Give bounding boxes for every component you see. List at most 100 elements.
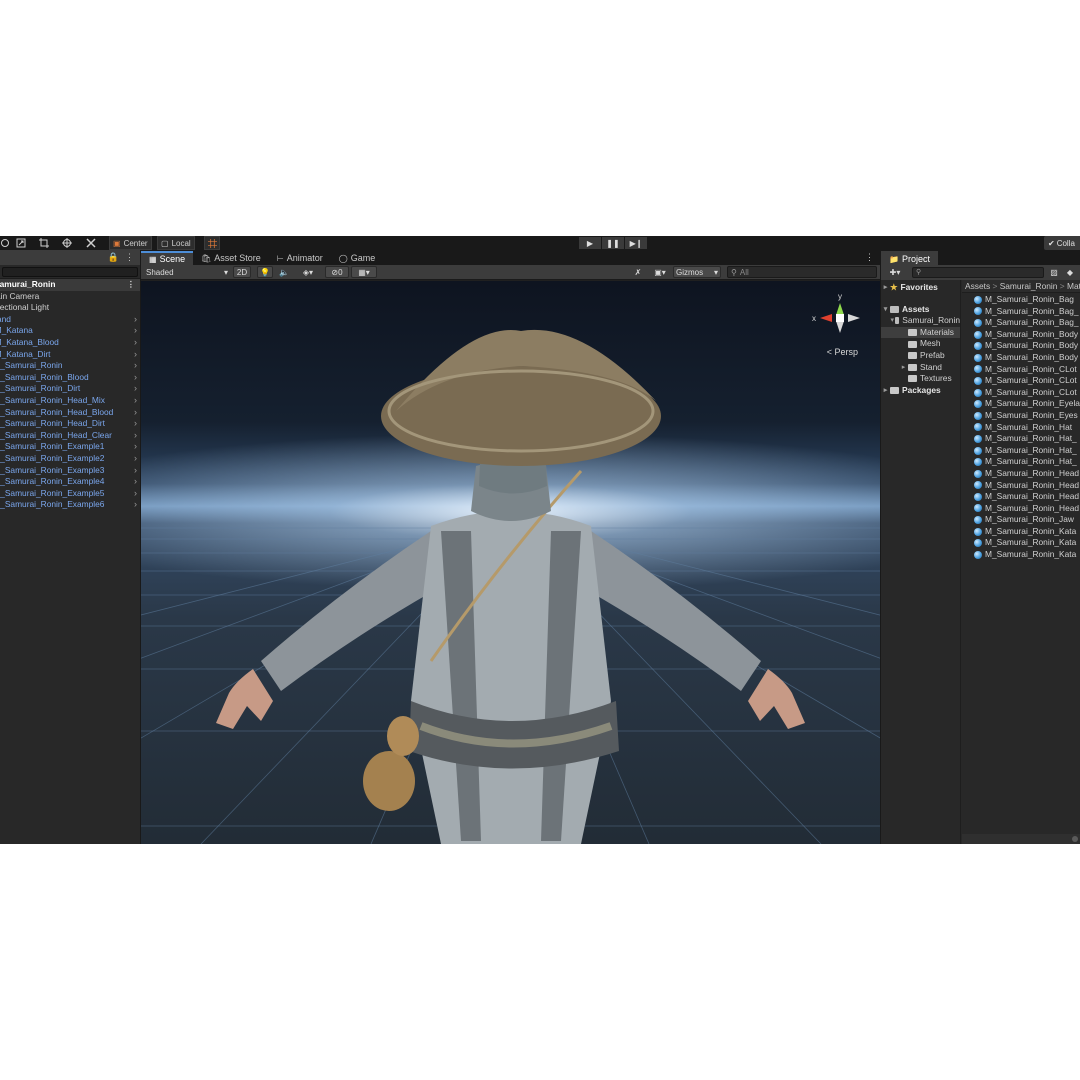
hierarchy-item[interactable]: SK_Samurai_Ronin ›	[0, 360, 140, 372]
chevron-right-icon[interactable]: ›	[134, 441, 137, 453]
chevron-right-icon[interactable]: ›	[134, 476, 137, 488]
chevron-right-icon[interactable]: ›	[134, 465, 137, 477]
folder-tree-item[interactable]: ▸ Stand	[881, 362, 960, 374]
hierarchy-item[interactable]: Stand ›	[0, 314, 140, 326]
hierarchy-item[interactable]: SM_Katana_Blood ›	[0, 337, 140, 349]
tab-scene[interactable]: ▦ Scene	[141, 251, 194, 265]
folder-tree-item[interactable]: Materials	[881, 326, 960, 339]
asset-list-item[interactable]: M_Samurai_Ronin_Head	[962, 503, 1080, 515]
audio-toggle-icon[interactable]: 🔈	[277, 266, 291, 278]
chevron-right-icon[interactable]: ›	[134, 360, 137, 372]
asset-list-item[interactable]: M_Samurai_Ronin_Body	[962, 340, 1080, 352]
chevron-right-icon[interactable]: ›	[134, 430, 137, 442]
grid-snap-icon[interactable]	[204, 236, 220, 250]
chevron-right-icon[interactable]: ›	[134, 372, 137, 384]
chevron-right-icon[interactable]: ›	[134, 337, 137, 349]
custom-tool-icon[interactable]	[80, 236, 102, 250]
chevron-right-icon[interactable]: ›	[134, 383, 137, 395]
asset-list-item[interactable]: M_Samurai_Ronin_Hat_	[962, 433, 1080, 445]
breadcrumb-materials[interactable]: Materials	[1067, 281, 1080, 291]
chevron-right-icon[interactable]: ›	[134, 453, 137, 465]
hierarchy-item[interactable]: Main Camera	[0, 291, 140, 303]
asset-list-item[interactable]: M_Samurai_Ronin_Bag_	[962, 306, 1080, 318]
play-icon[interactable]: ▶	[579, 237, 601, 249]
chevron-right-icon[interactable]: ›	[134, 407, 137, 419]
asset-list-item[interactable]: M_Samurai_Ronin_Hat_	[962, 456, 1080, 468]
hierarchy-item[interactable]: SM_Katana_Dirt ›	[0, 349, 140, 361]
panel-menu-icon[interactable]: ⋮	[865, 252, 874, 263]
collab-button[interactable]: ✔ Colla	[1044, 236, 1080, 250]
hierarchy-item[interactable]: SK_Samurai_Ronin_Example4 ›	[0, 476, 140, 488]
hierarchy-item[interactable]: Directional Light	[0, 302, 140, 314]
hierarchy-item[interactable]: SK_Samurai_Ronin_Example1 ›	[0, 441, 140, 453]
asset-list-item[interactable]: M_Samurai_Ronin_Eyela	[962, 398, 1080, 410]
asset-list-item[interactable]: M_Samurai_Ronin_Body	[962, 329, 1080, 341]
hierarchy-scene-root[interactable]: Samurai_Ronin ⋮	[0, 279, 140, 291]
asset-list-item[interactable]: M_Samurai_Ronin_Hat_	[962, 445, 1080, 457]
search-by-type-icon[interactable]: ▨	[1048, 266, 1060, 278]
hierarchy-item[interactable]: SK_Samurai_Ronin_Head_Blood ›	[0, 407, 140, 419]
assets-folder[interactable]: ▾ Assets	[881, 304, 960, 316]
asset-list-item[interactable]: M_Samurai_Ronin_Hat	[962, 422, 1080, 434]
folder-tree-item[interactable]: ▾ Samurai_Ronin	[881, 315, 960, 327]
hierarchy-search[interactable]	[0, 265, 140, 279]
breadcrumb-assets[interactable]: Assets	[965, 281, 990, 291]
chevron-right-icon[interactable]: ›	[134, 349, 137, 361]
favorites-item[interactable]: ▸ ★ Favorites	[881, 282, 960, 294]
horizontal-scrollbar[interactable]	[962, 834, 1080, 844]
asset-list-item[interactable]: M_Samurai_Ronin_Kata	[962, 526, 1080, 538]
pause-icon[interactable]: ❚❚	[602, 237, 624, 249]
folder-tree-item[interactable]: Textures	[881, 373, 960, 385]
asset-list-item[interactable]: M_Samurai_Ronin_CLot	[962, 387, 1080, 399]
asset-list-item[interactable]: M_Samurai_Ronin_Bag	[962, 294, 1080, 306]
gizmos-dropdown[interactable]: Gizmos ▾	[673, 266, 721, 278]
hierarchy-item[interactable]: SM_Katana ›	[0, 325, 140, 337]
hierarchy-item[interactable]: SK_Samurai_Ronin_Example6 ›	[0, 499, 140, 511]
hierarchy-item[interactable]: SK_Samurai_Ronin_Head_Dirt ›	[0, 418, 140, 430]
hierarchy-item[interactable]: SK_Samurai_Ronin_Blood ›	[0, 372, 140, 384]
rotate-tool-icon[interactable]	[10, 236, 32, 250]
asset-list-item[interactable]: M_Samurai_Ronin_Head	[962, 480, 1080, 492]
lock-icon[interactable]: 🔒	[108, 252, 119, 263]
camera-dropdown-icon[interactable]: ▣▾	[649, 266, 671, 278]
lighting-toggle-icon[interactable]: 💡	[257, 266, 273, 278]
toggle-2d-button[interactable]: 2D	[233, 266, 251, 278]
hierarchy-item[interactable]: SK_Samurai_Ronin_Example3 ›	[0, 465, 140, 477]
projection-label[interactable]: < Persp	[827, 347, 858, 357]
asset-list-item[interactable]: M_Samurai_Ronin_Kata	[962, 549, 1080, 561]
hierarchy-item[interactable]: SK_Samurai_Ronin_Example2 ›	[0, 453, 140, 465]
tab-game[interactable]: ◯ Game	[331, 251, 383, 265]
scene-viewport[interactable]: y x < Persp	[141, 281, 880, 844]
panel-menu-icon[interactable]: ⋮	[125, 252, 134, 263]
chevron-right-icon[interactable]: ›	[134, 488, 137, 500]
step-icon[interactable]: ▶❙	[625, 237, 647, 249]
chevron-right-icon[interactable]: ›	[134, 499, 137, 511]
asset-list-item[interactable]: M_Samurai_Ronin_Eyes	[962, 410, 1080, 422]
folder-tree-item[interactable]: Prefab	[881, 350, 960, 362]
asset-list-item[interactable]: M_Samurai_Ronin_Kata	[962, 537, 1080, 549]
chevron-right-icon[interactable]: ›	[134, 325, 137, 337]
asset-list-item[interactable]: M_Samurai_Ronin_Head	[962, 468, 1080, 480]
asset-list-item[interactable]: M_Samurai_Ronin_CLot	[962, 364, 1080, 376]
hierarchy-item[interactable]: SK_Samurai_Ronin_Head_Clear ›	[0, 430, 140, 442]
chevron-right-icon[interactable]: ›	[134, 314, 137, 326]
hierarchy-item[interactable]: SK_Samurai_Ronin_Head_Mix ›	[0, 395, 140, 407]
create-dropdown-icon[interactable]: ✚▾	[884, 266, 906, 278]
tab-project[interactable]: 📁 Project	[881, 251, 938, 265]
tab-asset-store[interactable]: 🛍 Asset Store	[193, 251, 269, 265]
asset-list-item[interactable]: M_Samurai_Ronin_Jaw	[962, 514, 1080, 526]
effects-dropdown-icon[interactable]: ◈▾	[295, 266, 321, 278]
grid-toggle-icon[interactable]: ▦▾	[351, 266, 377, 278]
tab-animator[interactable]: ⊢ Animator	[269, 251, 331, 265]
pivot-local-toggle[interactable]: ▢ Local	[157, 236, 195, 250]
label-filter-icon[interactable]: ◆	[1064, 266, 1076, 278]
hierarchy-item[interactable]: SK_Samurai_Ronin_Dirt ›	[0, 383, 140, 395]
transform-tool-icon[interactable]	[56, 236, 78, 250]
chevron-right-icon[interactable]: ›	[134, 395, 137, 407]
asset-list-item[interactable]: M_Samurai_Ronin_CLot	[962, 375, 1080, 387]
draw-mode-dropdown[interactable]: Shaded ▾	[144, 266, 230, 278]
packages-folder[interactable]: ▸ Packages	[881, 385, 960, 397]
scene-search-input[interactable]: ⚲ All	[727, 266, 877, 278]
tools-icon[interactable]: ✗	[631, 266, 645, 278]
hierarchy-item[interactable]: SK_Samurai_Ronin_Example5 ›	[0, 488, 140, 500]
